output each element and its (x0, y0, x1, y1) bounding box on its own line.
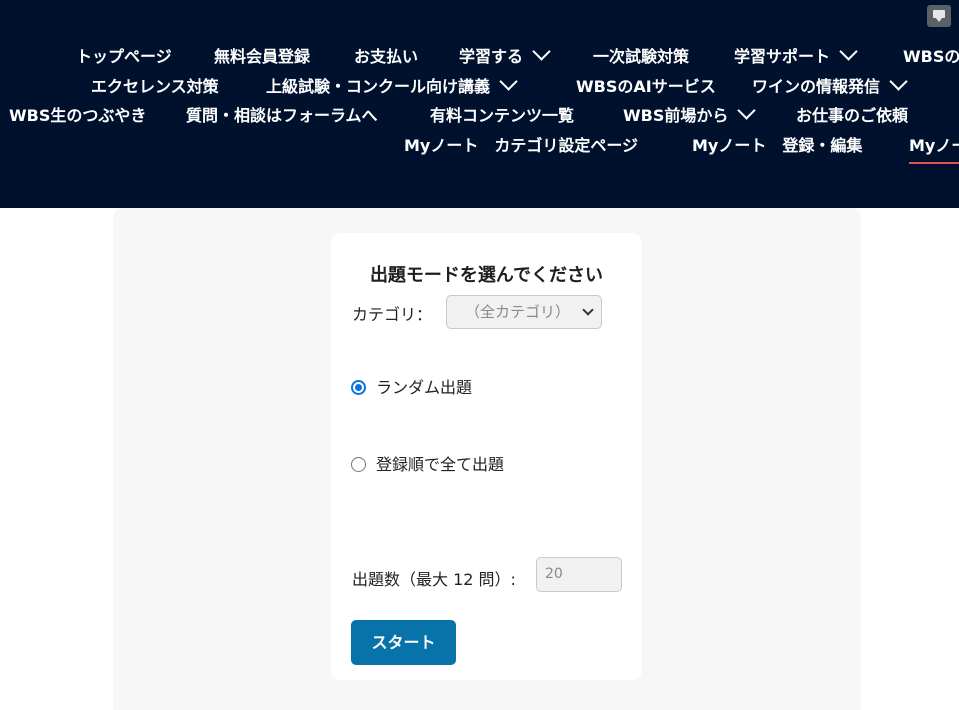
nav-item-mynote-category[interactable]: Myノート カテゴリ設定ページ (404, 131, 638, 161)
nav-item-payment[interactable]: お支払い (354, 42, 418, 72)
chat-icon[interactable] (927, 5, 951, 27)
mode-sequential-label: 登録順で全て出題 (376, 455, 505, 474)
nav-item-wine-info[interactable]: ワインの情報発信 (752, 72, 908, 102)
question-count-label: 出題数（最大 12 問）: (352, 570, 516, 589)
nav-item-wbs-cut[interactable]: WBSの (903, 42, 959, 72)
category-label: カテゴリ： (352, 305, 433, 324)
chevron-down-icon (582, 304, 594, 316)
nav-item-learning-support[interactable]: 学習サポート (734, 42, 858, 72)
chevron-down-icon (737, 101, 757, 120)
page: トップページ 無料会員登録 お支払い 学習する 一次試験対策 学習サポート WB… (0, 0, 959, 710)
nav-item-paid-content[interactable]: 有料コンテンツ一覧 (430, 101, 574, 131)
site-header: トップページ 無料会員登録 お支払い 学習する 一次試験対策 学習サポート WB… (0, 0, 959, 208)
nav-item-mynote-current[interactable]: Myノー (909, 131, 959, 164)
nav-row-1: トップページ 無料会員登録 お支払い 学習する 一次試験対策 学習サポート WB… (0, 42, 959, 72)
nav-item-work-request[interactable]: お仕事のご依頼 (796, 101, 908, 131)
nav-item-tweets[interactable]: WBS生のつぶやき (9, 101, 146, 131)
nav-item-advanced-lectures[interactable]: 上級試験・コンクール向け講義 (266, 72, 518, 102)
nav-row-2: エクセレンス対策 上級試験・コンクール向け講義 WBSのAIサービス ワインの情… (0, 72, 959, 102)
mode-random-label: ランダム出題 (376, 378, 473, 397)
nav-item-ai-service[interactable]: WBSのAIサービス (576, 72, 716, 102)
nav-row-4: Myノート カテゴリ設定ページ Myノート 登録・編集 Myノー (0, 131, 959, 164)
nav-item-forum[interactable]: 質問・相談はフォーラムへ (186, 101, 378, 131)
mode-sequential-radio[interactable] (351, 457, 366, 472)
start-button[interactable]: スタート (351, 620, 456, 665)
chevron-down-icon (839, 42, 858, 61)
mode-random-radio[interactable] (351, 380, 366, 395)
nav-item-top-page[interactable]: トップページ (76, 42, 172, 72)
nav-item-wbs-front[interactable]: WBS前場から (623, 101, 757, 131)
nav-row-3: WBS生のつぶやき 質問・相談はフォーラムへ 有料コンテンツ一覧 WBS前場から… (0, 101, 959, 131)
chevron-down-icon (889, 72, 908, 91)
category-select[interactable]: （全カテゴリ） (446, 295, 602, 329)
category-selected-value: （全カテゴリ） (465, 303, 571, 321)
chevron-down-icon (532, 42, 551, 61)
card-title: 出題モードを選んでください (369, 265, 604, 286)
nav-item-mynote-edit[interactable]: Myノート 登録・編集 (692, 131, 862, 161)
chevron-down-icon (499, 72, 518, 91)
question-count-input[interactable]: 20 (536, 557, 622, 592)
nav-item-first-exam[interactable]: 一次試験対策 (593, 42, 689, 72)
nav-item-excellence[interactable]: エクセレンス対策 (91, 72, 219, 102)
quiz-mode-card: 出題モードを選んでください カテゴリ： （全カテゴリ） ランダム出題 登録順で全… (331, 233, 642, 680)
nav-item-learn[interactable]: 学習する (459, 42, 551, 72)
nav-item-free-register[interactable]: 無料会員登録 (214, 42, 310, 72)
